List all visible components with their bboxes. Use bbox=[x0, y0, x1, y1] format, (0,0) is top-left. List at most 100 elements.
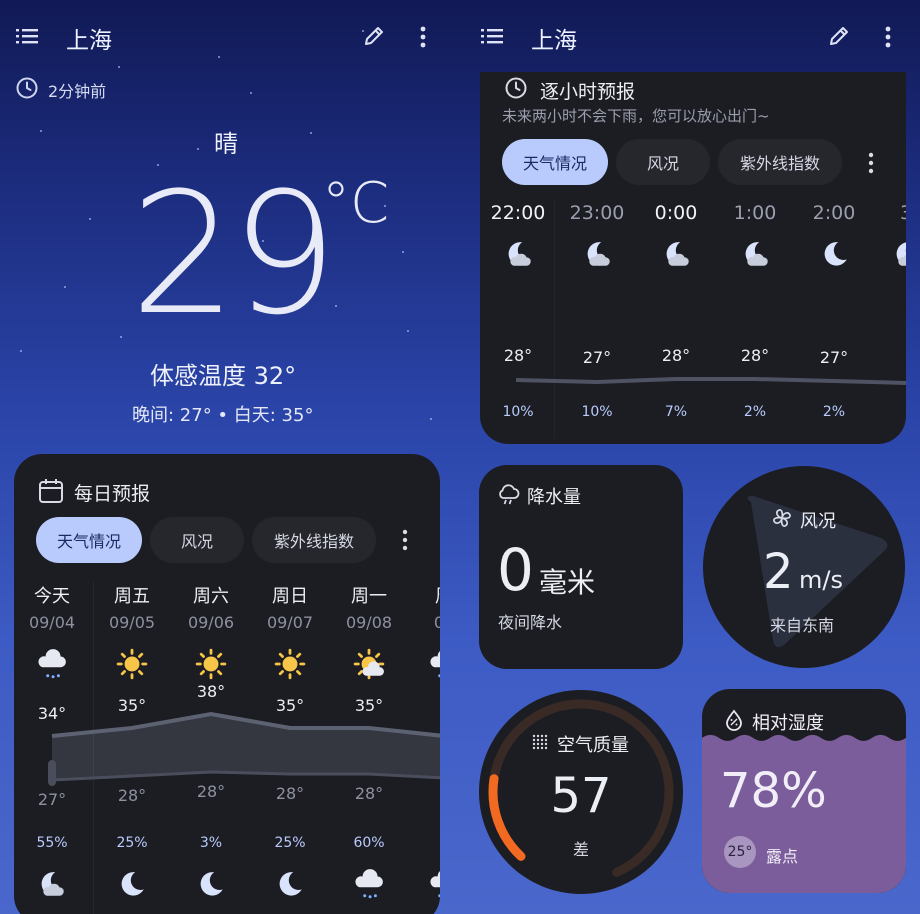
day-precip: 60% bbox=[353, 835, 385, 851]
menu-icon[interactable] bbox=[16, 26, 40, 46]
moon-cloud-icon bbox=[36, 868, 68, 904]
day-precip: 9 bbox=[406, 835, 441, 851]
tab-weather[interactable]: 天气情况 bbox=[502, 139, 608, 185]
fan-icon bbox=[771, 507, 793, 529]
air-quality-card[interactable]: 空气质量 57 差 bbox=[479, 690, 683, 894]
more-options-icon[interactable] bbox=[883, 25, 893, 49]
star bbox=[430, 418, 432, 420]
moon-cloud-icon bbox=[503, 238, 535, 274]
day-date: 09/04 bbox=[28, 613, 76, 632]
star bbox=[118, 66, 120, 68]
day-name: 周日 bbox=[272, 586, 308, 607]
sun-icon bbox=[116, 648, 148, 684]
cloud-rain-icon bbox=[428, 868, 440, 904]
clock-icon bbox=[15, 76, 39, 100]
day-precip: 25% bbox=[274, 835, 306, 851]
star bbox=[197, 148, 199, 150]
day-low-temp: 28° bbox=[275, 784, 305, 803]
day-low-temp: 28° bbox=[354, 784, 384, 803]
moon-icon bbox=[116, 868, 148, 904]
day-date: 09/08 bbox=[345, 613, 393, 632]
hourly-temperature-line bbox=[515, 377, 906, 385]
humidity-card[interactable]: 相对湿度 78% 25° 露点 bbox=[702, 689, 906, 893]
current-temperature: 29 bbox=[130, 156, 338, 352]
star bbox=[218, 56, 220, 58]
day-name: 周 bbox=[406, 582, 440, 608]
precipitation-title: 降水量 bbox=[527, 487, 581, 508]
hour-precip: 2% bbox=[822, 404, 846, 420]
moon-cloud-icon bbox=[661, 238, 693, 274]
sun-icon bbox=[274, 648, 306, 684]
moon-icon bbox=[274, 868, 306, 904]
aqi-level: 差 bbox=[572, 840, 589, 859]
cloud-rain-icon bbox=[353, 868, 385, 904]
precipitation-card[interactable]: 降水量 0 毫米 夜间降水 bbox=[479, 465, 683, 669]
hour-time: 2:00 bbox=[812, 202, 856, 224]
moon-cloud-icon bbox=[582, 238, 614, 274]
precipitation-value: 0 bbox=[497, 536, 534, 604]
city-title[interactable]: 上海 bbox=[66, 21, 112, 55]
star bbox=[407, 330, 409, 332]
more-options-icon[interactable] bbox=[866, 152, 876, 174]
hour-temp: 28° bbox=[661, 346, 691, 365]
updated-time: 2分钟前 bbox=[48, 82, 107, 101]
sun-icon bbox=[195, 648, 227, 684]
day-name: 周一 bbox=[351, 586, 387, 607]
daily-columns: 今天 09/04 34° 27° 55% 周五 09/05 35° 28° 25% 周六 09/06 3… bbox=[14, 582, 440, 914]
precipitation-unit: 毫米 bbox=[539, 566, 596, 599]
hour-precip: 2% bbox=[743, 404, 767, 420]
hour-time: 23:00 bbox=[569, 202, 625, 224]
star bbox=[335, 305, 337, 307]
day-high-temp: 35° bbox=[354, 696, 384, 715]
tab-weather[interactable]: 天气情况 bbox=[36, 517, 142, 563]
tab-uv-index[interactable]: 紫外线指数 bbox=[718, 139, 842, 185]
weather-condition: 晴 bbox=[214, 130, 238, 158]
day-high-temp: 35° bbox=[117, 696, 147, 715]
star bbox=[402, 251, 404, 253]
star bbox=[250, 92, 252, 94]
hour-time: 3 bbox=[871, 202, 906, 224]
hourly-forecast-card: 逐小时预报 未来两小时不会下雨，您可以放心出门~ 天气情况 风况 紫外线指数 2… bbox=[480, 72, 906, 444]
day-high-temp: 3 bbox=[406, 704, 440, 723]
more-options-icon[interactable] bbox=[400, 529, 410, 551]
day-name: 今天 bbox=[34, 586, 70, 607]
day-precip: 55% bbox=[36, 835, 68, 851]
feels-like: 体感温度 32° bbox=[150, 362, 297, 390]
star bbox=[64, 286, 66, 288]
daily-forecast-title: 每日预报 bbox=[74, 483, 151, 505]
moon-cloud-icon bbox=[740, 238, 772, 274]
calendar-icon bbox=[38, 478, 64, 504]
dew-point-value: 25° bbox=[727, 844, 753, 860]
day-precip: 3% bbox=[199, 835, 223, 851]
wind-speed: 2 bbox=[763, 544, 794, 600]
day-date: 09/05 bbox=[108, 613, 156, 632]
dew-point-badge: 25° bbox=[724, 836, 756, 868]
hour-precip: 7% bbox=[664, 404, 688, 420]
aqi-icon bbox=[531, 733, 549, 751]
wind-title: 风况 bbox=[800, 511, 836, 532]
hour-precip: 10% bbox=[581, 404, 613, 420]
menu-icon[interactable] bbox=[481, 26, 505, 46]
day-low-temp: 27° bbox=[37, 790, 67, 809]
edit-icon[interactable] bbox=[827, 24, 851, 48]
tab-wind[interactable]: 风况 bbox=[150, 517, 244, 563]
star bbox=[120, 336, 122, 338]
tab-wind[interactable]: 风况 bbox=[616, 139, 710, 185]
cloud-rain-icon bbox=[36, 648, 68, 684]
cloud-rain-icon bbox=[497, 484, 521, 506]
tab-uv-index[interactable]: 紫外线指数 bbox=[252, 517, 376, 563]
humidity-icon bbox=[724, 709, 744, 731]
hour-temp: 28° bbox=[503, 346, 533, 365]
day-name: 周五 bbox=[114, 586, 150, 607]
city-title[interactable]: 上海 bbox=[531, 21, 577, 55]
more-options-icon[interactable] bbox=[418, 25, 428, 49]
edit-icon[interactable] bbox=[362, 24, 386, 48]
wind-unit: m/s bbox=[799, 566, 843, 594]
wind-card[interactable]: 风况 2 m/s 来自东南 bbox=[703, 466, 905, 668]
day-date: 09 bbox=[433, 613, 440, 632]
wind-direction: 来自东南 bbox=[770, 616, 835, 635]
dew-point-label: 露点 bbox=[766, 847, 799, 866]
daily-forecast-card: 每日预报 天气情况 风况 紫外线指数 今天 09/04 34° 27° 55% 周五 09/… bbox=[14, 454, 440, 914]
humidity-title: 相对湿度 bbox=[752, 713, 824, 734]
star bbox=[89, 218, 91, 220]
